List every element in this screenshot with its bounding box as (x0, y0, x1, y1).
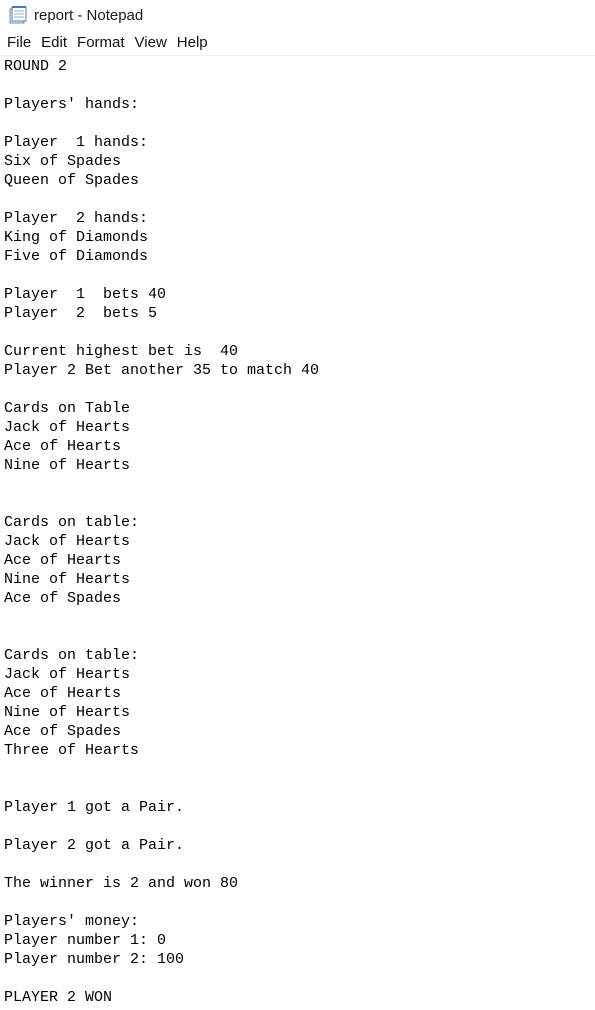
menu-view[interactable]: View (130, 31, 172, 54)
text-line: Nine of Hearts (4, 704, 131, 721)
window-title: report - Notepad (34, 6, 144, 24)
text-line (4, 817, 595, 836)
text-line (4, 969, 595, 988)
text-line (4, 893, 595, 912)
text-line: The winner is 2 and won 80 (4, 875, 239, 892)
text-line: Player number 2: 100 (4, 951, 185, 968)
text-line: Player 1 bets 40 (4, 286, 167, 303)
menu-help[interactable]: Help (172, 31, 213, 54)
text-line: Nine of Hearts (4, 571, 131, 588)
text-line: Ace of Hearts (4, 552, 122, 569)
text-line (4, 608, 595, 627)
title-bar[interactable]: report - Notepad (0, 0, 595, 30)
text-editor-area[interactable]: ROUND 2 Players' hands: Player 1 hands: Six… (4, 57, 595, 1010)
text-line: Queen of Spades (4, 172, 140, 189)
text-line: Nine of Hearts (4, 457, 131, 474)
text-line: Three of Hearts (4, 742, 140, 759)
text-line: Cards on table: (4, 647, 140, 664)
menu-edit[interactable]: Edit (36, 31, 72, 54)
text-line (4, 76, 595, 95)
text-line: Player 1 got a Pair. (4, 799, 185, 816)
text-line: Cards on Table (4, 400, 131, 417)
text-line (4, 190, 595, 209)
text-line: Player 2 got a Pair. (4, 837, 185, 854)
text-line: Five of Diamonds (4, 248, 149, 265)
text-line (4, 627, 595, 646)
text-line: Jack of Hearts (4, 419, 131, 436)
text-line (4, 760, 595, 779)
text-line (4, 380, 595, 399)
text-line: Cards on table: (4, 514, 140, 531)
text-line: Player number 1: 0 (4, 932, 167, 949)
text-line: Jack of Hearts (4, 666, 131, 683)
text-line: Player 2 bets 5 (4, 305, 158, 322)
text-line (4, 114, 595, 133)
text-line (4, 266, 595, 285)
menu-file[interactable]: File (2, 31, 36, 54)
text-line (4, 494, 595, 513)
text-line: Jack of Hearts (4, 533, 131, 550)
text-line: Ace of Spades (4, 723, 122, 740)
text-line: Player 2 Bet another 35 to match 40 (4, 362, 320, 379)
text-line: Ace of Hearts (4, 438, 122, 455)
text-line (4, 779, 595, 798)
text-line (4, 855, 595, 874)
text-line: Players' hands: (4, 96, 140, 113)
notepad-icon (8, 6, 28, 24)
menu-bar: File Edit Format View Help (0, 30, 595, 56)
text-line: King of Diamonds (4, 229, 149, 246)
text-line: Current highest bet is 40 (4, 343, 239, 360)
text-line: Six of Spades (4, 153, 122, 170)
text-line (4, 475, 595, 494)
text-line: ROUND 2 (4, 58, 68, 75)
text-line: Player 2 hands: (4, 210, 149, 227)
text-line: Ace of Hearts (4, 685, 122, 702)
menu-format[interactable]: Format (72, 31, 130, 54)
text-line: Player 1 hands: (4, 134, 149, 151)
notepad-window: report - Notepad File Edit Format View H… (0, 0, 595, 1010)
text-line (4, 323, 595, 342)
text-line: PLAYER 2 WON (4, 989, 113, 1006)
text-line: Ace of Spades (4, 590, 122, 607)
text-line: Players' money: (4, 913, 140, 930)
